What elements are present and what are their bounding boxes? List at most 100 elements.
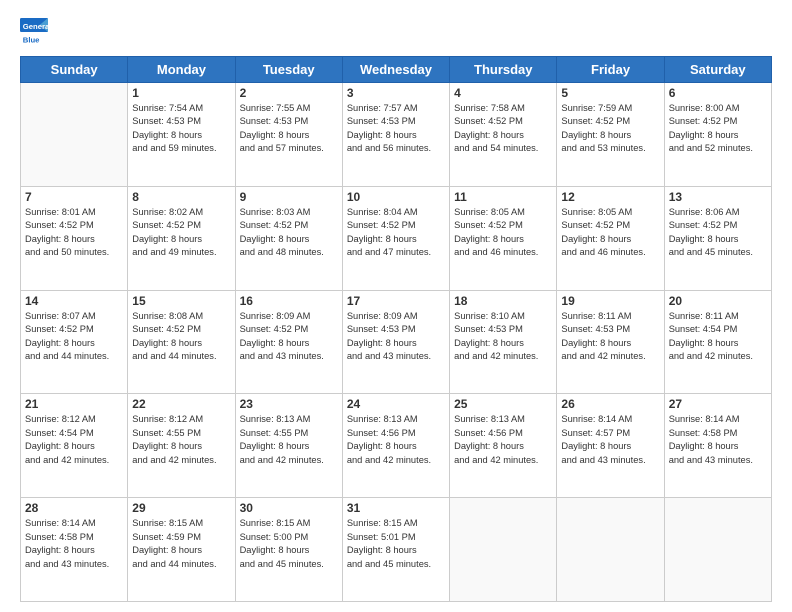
daylight-minutes: and and 44 minutes. bbox=[25, 350, 123, 363]
daylight-minutes: and and 42 minutes. bbox=[347, 454, 445, 467]
sunrise-text: Sunrise: 8:12 AM bbox=[132, 413, 230, 426]
calendar-cell: 29 Sunrise: 8:15 AMSunset: 4:59 PMDayligh… bbox=[128, 498, 235, 602]
daylight-label: Daylight: 8 hours bbox=[25, 337, 123, 350]
day-number: 9 bbox=[240, 190, 338, 204]
daylight-minutes: and and 42 minutes. bbox=[132, 454, 230, 467]
sunset-text: Sunset: 4:59 PM bbox=[132, 531, 230, 544]
sunrise-text: Sunrise: 8:09 AM bbox=[240, 310, 338, 323]
sunrise-text: Sunrise: 8:06 AM bbox=[669, 206, 767, 219]
sunset-text: Sunset: 4:56 PM bbox=[454, 427, 552, 440]
sunset-text: Sunset: 4:58 PM bbox=[669, 427, 767, 440]
daylight-label: Daylight: 8 hours bbox=[347, 440, 445, 453]
calendar-cell: 28Sunrise: 8:14 AMSunset: 4:58 PMDayligh… bbox=[21, 498, 128, 602]
sunset-text: Sunset: 4:52 PM bbox=[132, 323, 230, 336]
daylight-label: Daylight: 8 hours bbox=[561, 440, 659, 453]
daylight-minutes: and and 42 minutes. bbox=[669, 350, 767, 363]
sunset-text: Sunset: 4:52 PM bbox=[669, 115, 767, 128]
daylight-label: Daylight: 8 hours bbox=[561, 129, 659, 142]
daylight-minutes: and and 50 minutes. bbox=[25, 246, 123, 259]
sunset-text: Sunset: 4:52 PM bbox=[132, 219, 230, 232]
sunset-text: Sunset: 4:53 PM bbox=[347, 323, 445, 336]
sunrise-text: Sunrise: 8:13 AM bbox=[240, 413, 338, 426]
calendar-cell: 6Sunrise: 8:00 AMSunset: 4:52 PMDaylight… bbox=[664, 83, 771, 187]
day-number: 18 bbox=[454, 294, 552, 308]
calendar-cell: 10Sunrise: 8:04 AMSunset: 4:52 PMDayligh… bbox=[342, 186, 449, 290]
daylight-minutes: and and 43 minutes. bbox=[25, 558, 123, 571]
daylight-label: Daylight: 8 hours bbox=[454, 337, 552, 350]
sunset-text: Sunset: 4:52 PM bbox=[454, 115, 552, 128]
weekday-header-row: SundayMondayTuesdayWednesdayThursdayFrid… bbox=[21, 57, 772, 83]
sunrise-text: Sunrise: 8:14 AM bbox=[25, 517, 123, 530]
sunset-text: Sunset: 4:52 PM bbox=[347, 219, 445, 232]
calendar-cell: 24Sunrise: 8:13 AMSunset: 4:56 PMDayligh… bbox=[342, 394, 449, 498]
calendar-cell: 31Sunrise: 8:15 AMSunset: 5:01 PMDayligh… bbox=[342, 498, 449, 602]
calendar-cell: 2Sunrise: 7:55 AMSunset: 4:53 PMDaylight… bbox=[235, 83, 342, 187]
daylight-label: Daylight: 8 hours bbox=[132, 544, 230, 557]
calendar-cell: 27Sunrise: 8:14 AMSunset: 4:58 PMDayligh… bbox=[664, 394, 771, 498]
daylight-minutes: and and 49 minutes. bbox=[132, 246, 230, 259]
calendar-cell bbox=[450, 498, 557, 602]
daylight-minutes: and and 45 minutes. bbox=[347, 558, 445, 571]
daylight-minutes: and and 42 minutes. bbox=[25, 454, 123, 467]
calendar-cell bbox=[557, 498, 664, 602]
sunrise-text: Sunrise: 8:00 AM bbox=[669, 102, 767, 115]
sunset-text: Sunset: 5:00 PM bbox=[240, 531, 338, 544]
sunset-text: Sunset: 4:52 PM bbox=[454, 219, 552, 232]
weekday-header-thursday: Thursday bbox=[450, 57, 557, 83]
calendar-cell: 26Sunrise: 8:14 AMSunset: 4:57 PMDayligh… bbox=[557, 394, 664, 498]
calendar-cell: 4Sunrise: 7:58 AMSunset: 4:52 PMDaylight… bbox=[450, 83, 557, 187]
calendar-cell: 16Sunrise: 8:09 AMSunset: 4:52 PMDayligh… bbox=[235, 290, 342, 394]
header: General Blue bbox=[20, 18, 772, 46]
week-row-3: 21Sunrise: 8:12 AMSunset: 4:54 PMDayligh… bbox=[21, 394, 772, 498]
day-number: 29 bbox=[132, 501, 230, 515]
calendar-cell: 8Sunrise: 8:02 AMSunset: 4:52 PMDaylight… bbox=[128, 186, 235, 290]
sunrise-text: Sunrise: 8:15 AM bbox=[132, 517, 230, 530]
daylight-minutes: and and 45 minutes. bbox=[240, 558, 338, 571]
sunrise-text: Sunrise: 8:12 AM bbox=[25, 413, 123, 426]
sunset-text: Sunset: 4:53 PM bbox=[561, 323, 659, 336]
daylight-minutes: and and 46 minutes. bbox=[561, 246, 659, 259]
daylight-label: Daylight: 8 hours bbox=[240, 544, 338, 557]
calendar-cell: 5Sunrise: 7:59 AMSunset: 4:52 PMDaylight… bbox=[557, 83, 664, 187]
svg-text:Blue: Blue bbox=[23, 36, 40, 45]
daylight-minutes: and and 47 minutes. bbox=[347, 246, 445, 259]
sunrise-text: Sunrise: 8:14 AM bbox=[561, 413, 659, 426]
week-row-0: 1Sunrise: 7:54 AMSunset: 4:53 PMDaylight… bbox=[21, 83, 772, 187]
daylight-minutes: and and 42 minutes. bbox=[454, 350, 552, 363]
daylight-minutes: and and 45 minutes. bbox=[669, 246, 767, 259]
day-number: 14 bbox=[25, 294, 123, 308]
daylight-label: Daylight: 8 hours bbox=[240, 440, 338, 453]
sunset-text: Sunset: 4:53 PM bbox=[132, 115, 230, 128]
daylight-label: Daylight: 8 hours bbox=[669, 440, 767, 453]
sunset-text: Sunset: 4:52 PM bbox=[25, 219, 123, 232]
sunset-text: Sunset: 4:52 PM bbox=[240, 219, 338, 232]
daylight-label: Daylight: 8 hours bbox=[454, 129, 552, 142]
day-number: 24 bbox=[347, 397, 445, 411]
sunrise-text: Sunrise: 8:15 AM bbox=[240, 517, 338, 530]
daylight-minutes: and and 43 minutes. bbox=[347, 350, 445, 363]
sunrise-text: Sunrise: 7:54 AM bbox=[132, 102, 230, 115]
day-number: 30 bbox=[240, 501, 338, 515]
svg-text:General: General bbox=[23, 22, 48, 31]
sunset-text: Sunset: 4:58 PM bbox=[25, 531, 123, 544]
daylight-minutes: and and 54 minutes. bbox=[454, 142, 552, 155]
sunset-text: Sunset: 4:53 PM bbox=[347, 115, 445, 128]
calendar-cell: 7Sunrise: 8:01 AMSunset: 4:52 PMDaylight… bbox=[21, 186, 128, 290]
sunrise-text: Sunrise: 8:01 AM bbox=[25, 206, 123, 219]
day-number: 12 bbox=[561, 190, 659, 204]
day-number: 21 bbox=[25, 397, 123, 411]
weekday-header-sunday: Sunday bbox=[21, 57, 128, 83]
sunset-text: Sunset: 4:57 PM bbox=[561, 427, 659, 440]
daylight-minutes: and and 43 minutes. bbox=[561, 454, 659, 467]
sunrise-text: Sunrise: 8:03 AM bbox=[240, 206, 338, 219]
weekday-header-monday: Monday bbox=[128, 57, 235, 83]
sunset-text: Sunset: 4:56 PM bbox=[347, 427, 445, 440]
daylight-minutes: and and 42 minutes. bbox=[454, 454, 552, 467]
weekday-header-friday: Friday bbox=[557, 57, 664, 83]
calendar-cell: 23Sunrise: 8:13 AMSunset: 4:55 PMDayligh… bbox=[235, 394, 342, 498]
calendar-cell: 18Sunrise: 8:10 AMSunset: 4:53 PMDayligh… bbox=[450, 290, 557, 394]
calendar-cell: 17Sunrise: 8:09 AMSunset: 4:53 PMDayligh… bbox=[342, 290, 449, 394]
daylight-label: Daylight: 8 hours bbox=[25, 440, 123, 453]
calendar-cell: 14Sunrise: 8:07 AMSunset: 4:52 PMDayligh… bbox=[21, 290, 128, 394]
calendar-cell: 22Sunrise: 8:12 AMSunset: 4:55 PMDayligh… bbox=[128, 394, 235, 498]
